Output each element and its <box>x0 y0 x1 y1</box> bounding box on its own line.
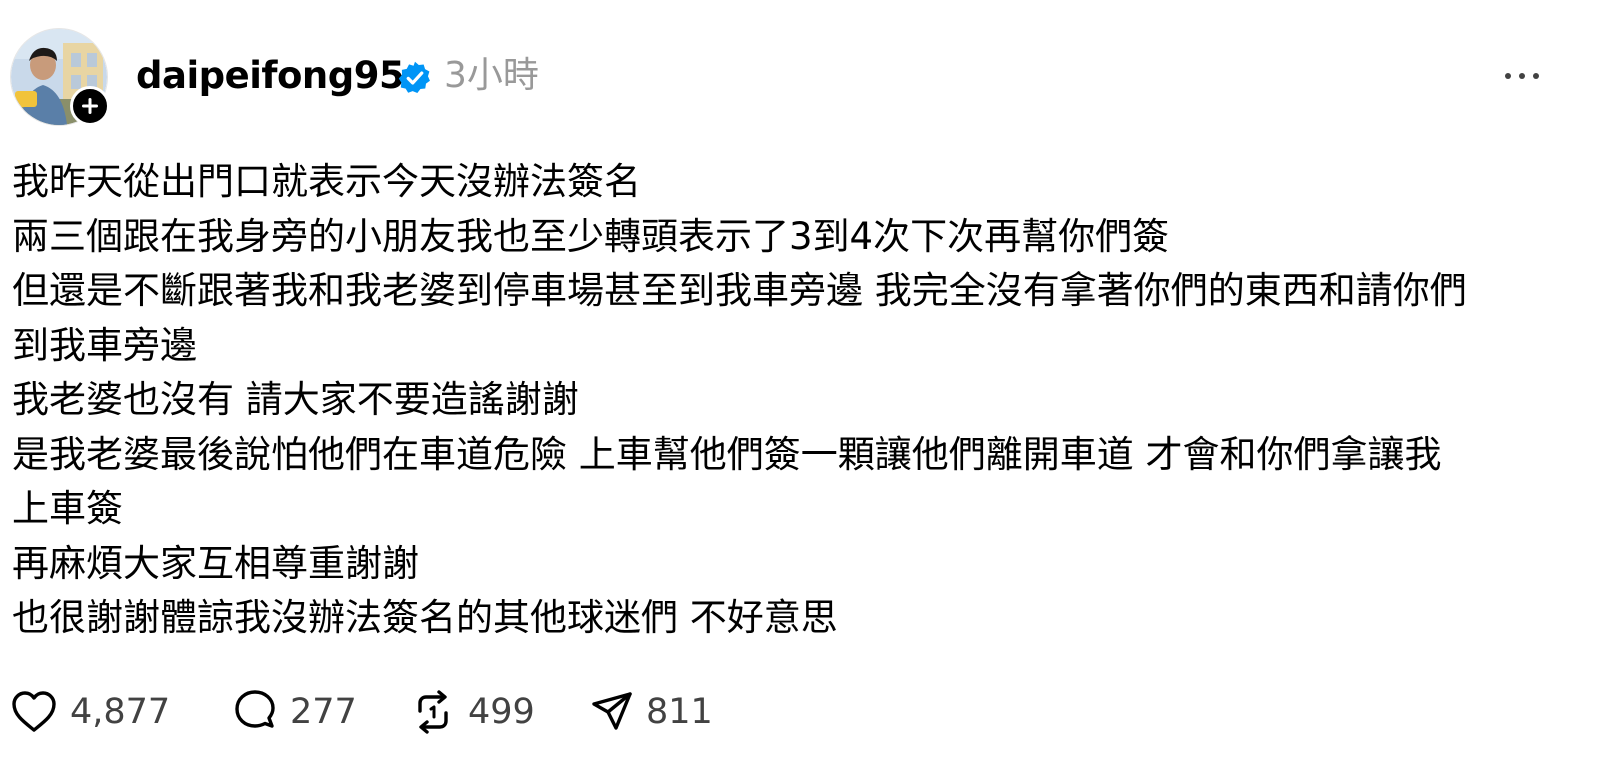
heart-icon <box>12 691 56 732</box>
like-count: 4,877 <box>70 692 171 732</box>
post-text-line: 我老婆也沒有 請大家不要造謠謝謝 <box>12 378 579 421</box>
post-text-line: 也很謝謝體諒我沒辦法簽名的其他球迷們 不好意思 <box>12 596 838 639</box>
post-text-line: 到我車旁邊 <box>12 323 197 367</box>
post-text-line: 再麻煩大家互相尊重謝謝 <box>12 541 419 585</box>
plus-icon <box>82 98 98 114</box>
username-link[interactable]: daipeifong95 <box>136 50 405 102</box>
comment-icon <box>235 690 275 728</box>
more-horizontal-icon <box>1505 73 1539 79</box>
repost-count: 499 <box>468 692 535 732</box>
comment-count: 277 <box>290 692 357 732</box>
avatar-button[interactable] <box>10 28 110 126</box>
share-button[interactable]: 811 <box>590 686 713 738</box>
comment-button[interactable]: 277 <box>232 686 357 738</box>
post-timestamp[interactable]: 3小時 <box>444 50 539 102</box>
follow-button[interactable] <box>70 86 110 126</box>
repost-button[interactable]: 499 <box>410 686 535 738</box>
more-options-button[interactable] <box>1500 58 1544 94</box>
thread-post: daipeifong95 3小時 我昨天從出門口就表示今天沒辦法簽名 兩三個跟在… <box>0 0 1600 773</box>
post-text-line: 我昨天從出門口就表示今天沒辦法簽名 <box>12 160 641 203</box>
verified-badge-icon <box>398 61 430 93</box>
post-actions: 4,877 277 499 811 <box>10 686 910 738</box>
post-text: 我昨天從出門口就表示今天沒辦法簽名 兩三個跟在我身旁的小朋友我也至少轉頭表示了3… <box>12 155 1572 646</box>
post-text-line: 是我老婆最後說怕他們在車道危險 上車幫他們簽一顆讓他們離開車道 才會和你們拿讓我 <box>12 432 1442 476</box>
post-header: daipeifong95 3小時 <box>10 28 1590 128</box>
post-text-line: 兩三個跟在我身旁的小朋友我也至少轉頭表示了3到4次下次再幫你們簽 <box>12 214 1170 258</box>
like-button[interactable]: 4,877 <box>10 686 170 738</box>
send-icon <box>592 692 632 730</box>
share-count: 811 <box>646 692 713 732</box>
post-text-line: 上車簽 <box>12 487 123 530</box>
post-text-line: 但還是不斷跟著我和我老婆到停車場甚至到我車旁邊 我完全沒有拿著你們的東西和請你們 <box>12 269 1467 312</box>
repost-icon <box>418 690 448 734</box>
